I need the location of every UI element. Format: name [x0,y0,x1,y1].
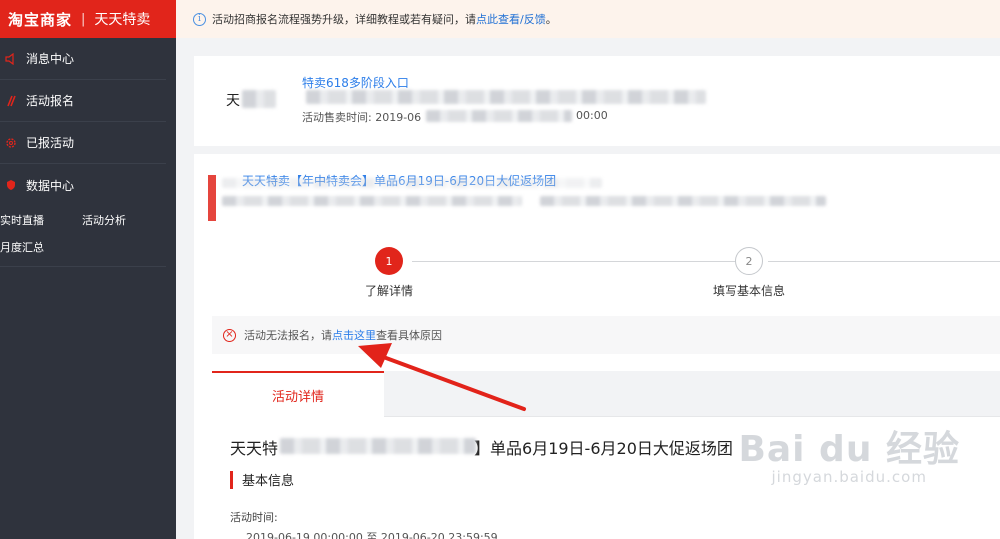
section-marker [230,470,233,489]
slash-icon [4,94,18,108]
watermark-logo: Bai du 经验 [738,429,960,470]
blurred-region [426,110,572,122]
sidebar-item-submitted[interactable]: 已报活动 [0,122,166,164]
detail-title-start: 天天特 [230,439,279,458]
sale-time-tail: 00:00 [576,109,608,122]
notice-text: 活动招商报名流程强势升级，详细教程或若有疑问，请 [212,13,476,26]
activity-time-label: 活动时间: [230,511,278,524]
blurred-region [222,178,602,188]
gear-icon [4,136,18,150]
sidebar-item-signup[interactable]: 活动报名 [0,80,166,122]
sidebar-item-label: 消息中心 [26,52,75,66]
step-1: 1 了解详情 [365,247,413,299]
sidebar-sub-analysis[interactable]: 活动分析 [82,212,126,228]
alert-text: 活动无法报名，请 [244,329,332,342]
blurred-region [280,438,476,454]
sidebar-item-label: 数据中心 [26,178,75,193]
blurred-region [540,196,826,206]
tab-activity-details[interactable]: 活动详情 [212,371,384,417]
step-1-label: 了解详情 [365,284,414,298]
step-connector [412,261,738,262]
blurred-region [242,90,276,108]
sidebar-sub-monthly[interactable]: 月度汇总 [0,239,82,255]
sidebar: 淘宝商家 | 天天特卖 消息中心 活动报名 已报活动 数据中心 实时直播 活动分… [0,0,176,539]
sidebar-item-messages[interactable]: 消息中心 [0,38,166,80]
step-2-label: 填写基本信息 [713,284,786,298]
step-2-number: 2 [735,247,763,275]
detail-tabbar: 活动详情 [212,371,1000,417]
sidebar-group-data: 数据中心 实时直播 活动分析 月度汇总 [0,164,166,267]
step-1-number: 1 [375,247,403,275]
step-connector [768,261,1000,262]
watermark-url: jingyan.baidu.com [771,468,927,486]
sidebar-item-data-center[interactable]: 数据中心 [0,164,166,206]
info-icon: i [193,12,206,26]
sidebar-sub-realtime[interactable]: 实时直播 [0,212,82,228]
blurred-region [306,90,706,104]
activity-time-value: 2019-06-19 00:00:00 至 2019-06-20 23:59:5… [246,531,498,539]
activity-tag-icon [208,175,216,221]
notice-feedback-link[interactable]: 点此查看/反馈 [476,11,546,27]
shop-name: 天 [226,93,240,109]
notice-end: 。 [545,13,557,26]
brand-subtitle: 天天特卖 [94,12,151,28]
sidebar-item-label: 活动报名 [26,94,75,108]
alert-tail: 查看具体原因 [376,329,442,342]
shield-icon [4,178,18,192]
step-2: 2 填写基本信息 [713,247,785,299]
detail-title-end: 】单品6月19日-6月20日大促返场团 [474,439,733,458]
baidu-watermark: Bai du 经验 jingyan.baidu.com [738,420,960,486]
alert-reason-link[interactable]: 点击这里 [332,327,376,343]
activity-entry-card: 天 特卖618多阶段入口 活动售卖时间: 2019-06 00:00 [194,56,1000,146]
speaker-icon [4,52,18,66]
blurred-region [222,196,522,206]
sale-time: 活动售卖时间: 2019-06 [302,111,422,124]
brand-header[interactable]: 淘宝商家 | 天天特卖 [0,0,176,38]
notice-bar: i 活动招商报名流程强势升级，详细教程或若有疑问，请 点此查看/反馈 。 [176,0,1000,38]
sidebar-item-label: 已报活动 [26,136,75,150]
signup-error-alert: × 活动无法报名，请 点击这里 查看具体原因 [212,316,1000,354]
brand-separator: | [81,11,86,27]
entry-title-link[interactable]: 特卖618多阶段入口 [302,74,409,91]
error-circle-icon: × [223,328,236,342]
section-basic-info: 基本信息 [230,470,294,489]
brand-logo-text: 淘宝商家 [8,10,73,29]
section-title: 基本信息 [242,474,295,489]
